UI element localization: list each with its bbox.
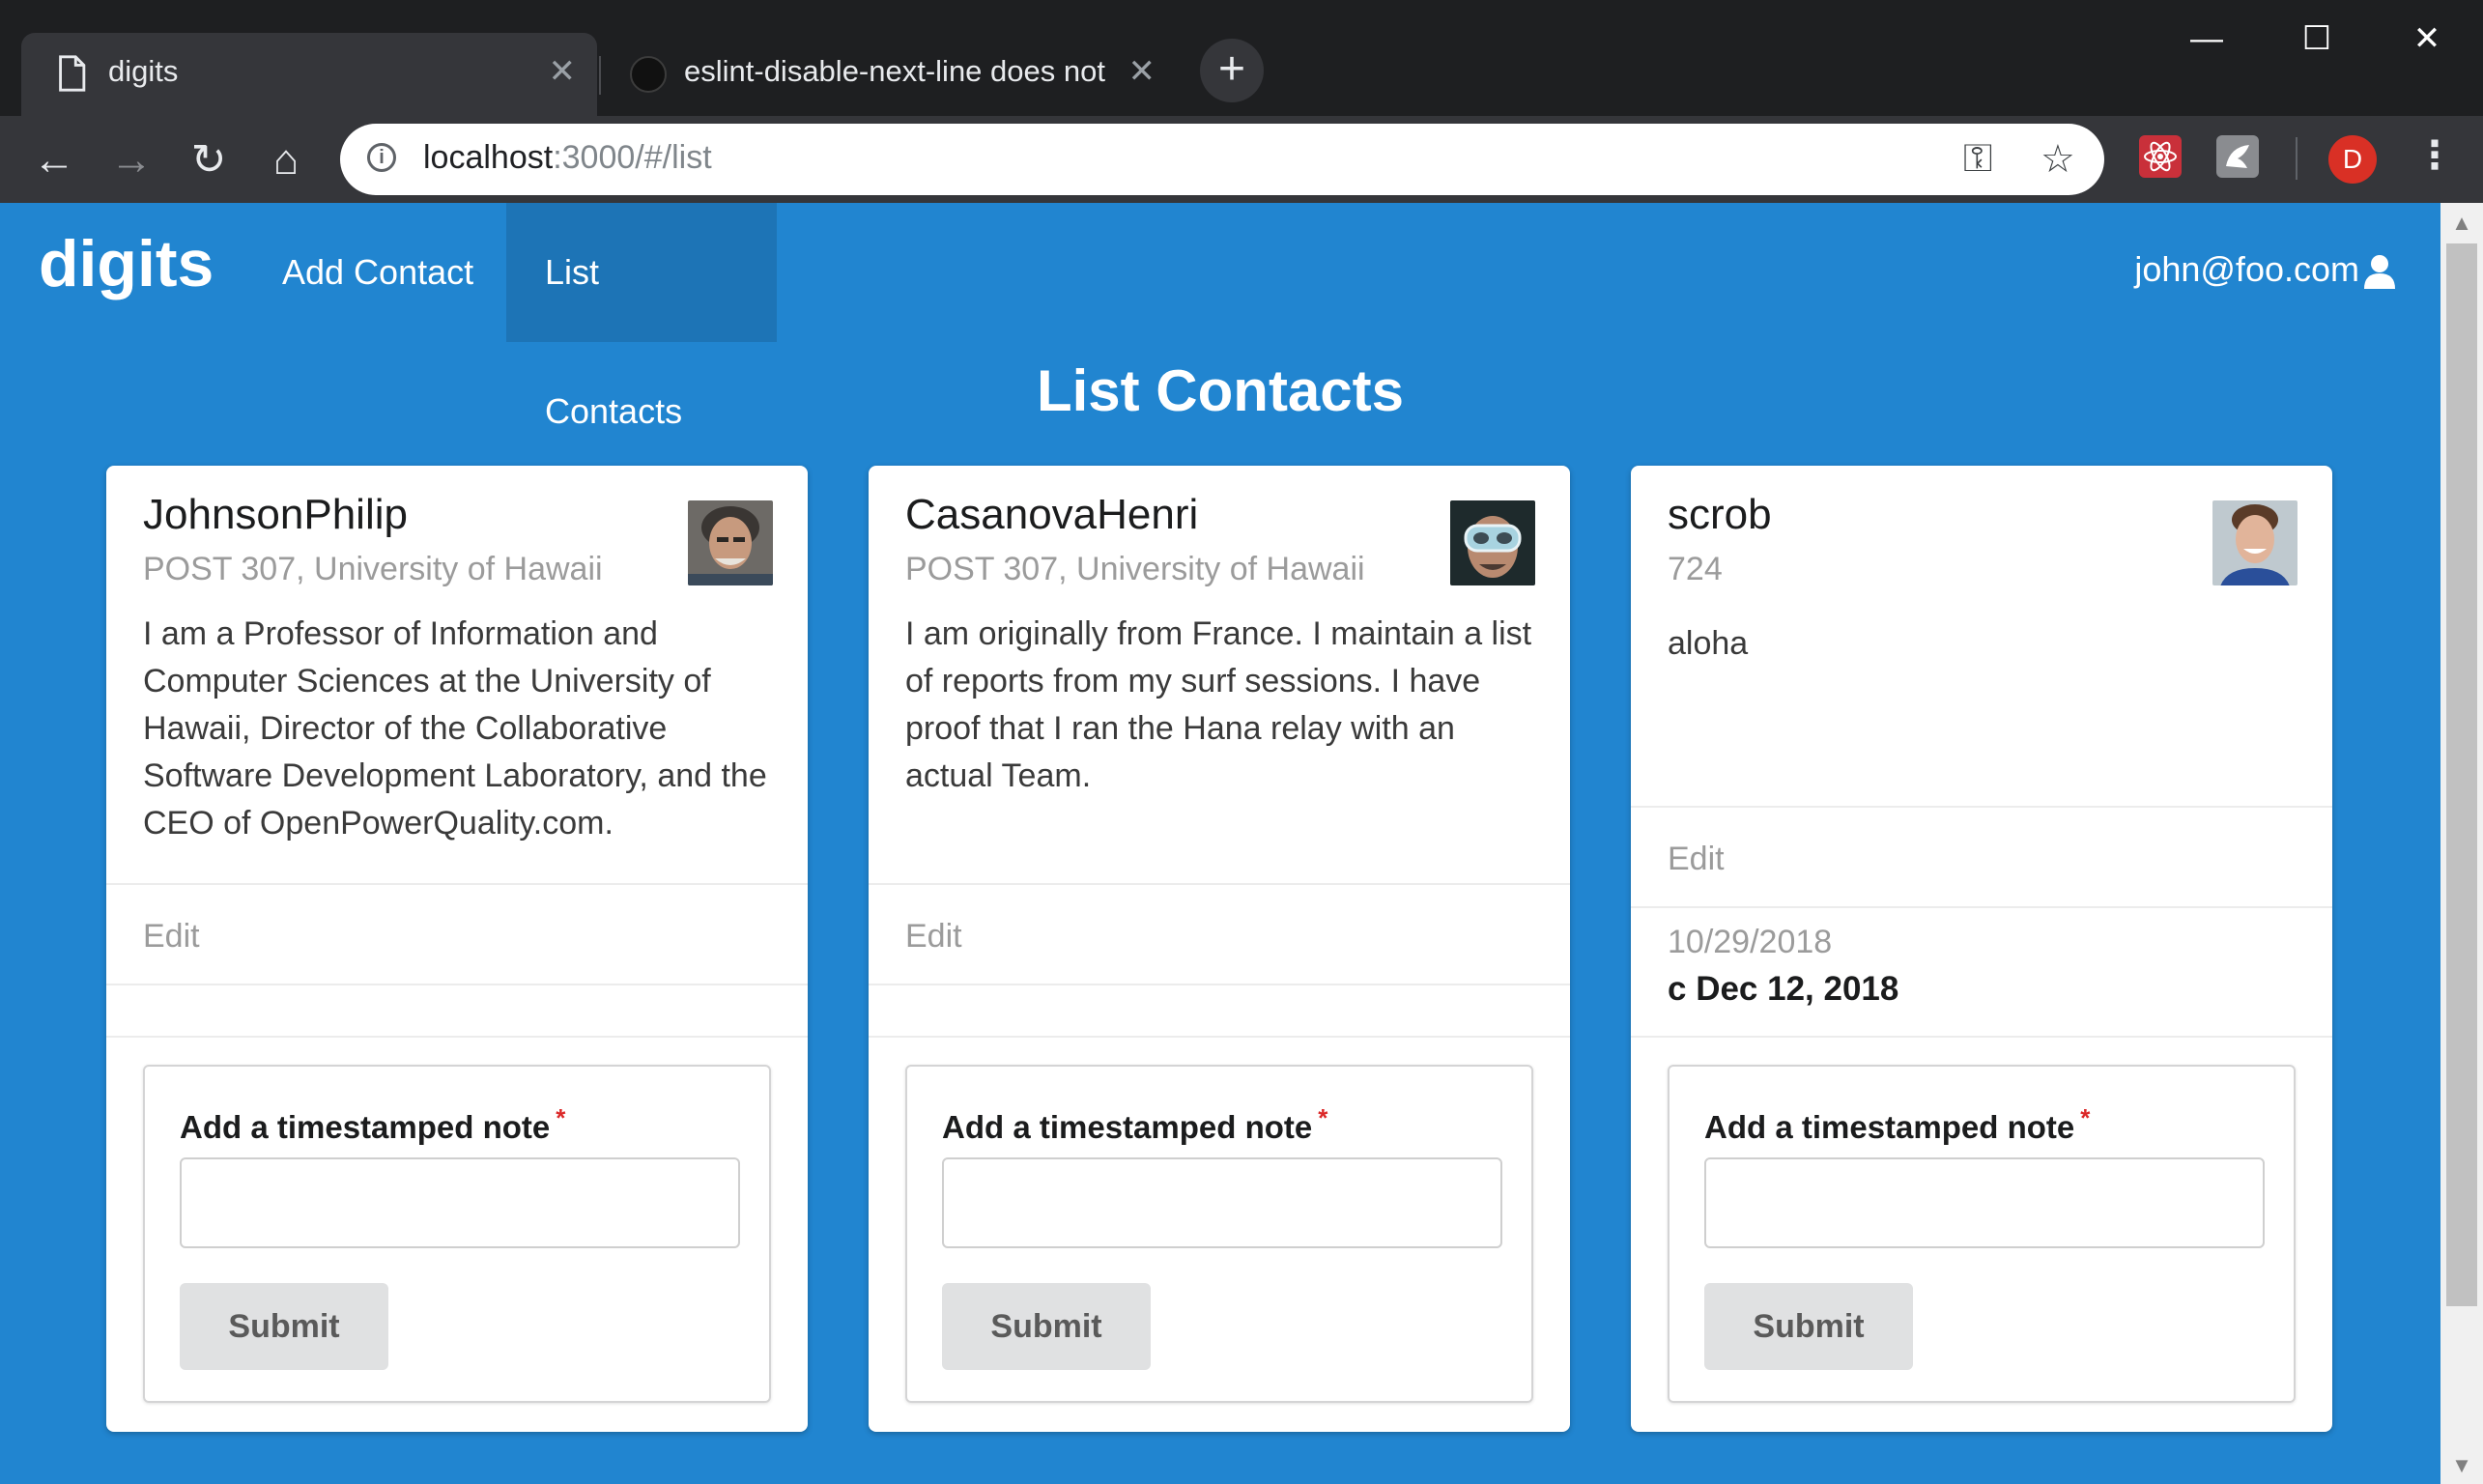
submit-button[interactable]: Submit [180, 1283, 388, 1370]
vertical-scrollbar[interactable]: ▲ ▼ [2440, 203, 2483, 1484]
edit-link[interactable]: Edit [905, 918, 962, 956]
profile-avatar[interactable]: D [2328, 135, 2377, 184]
contact-avatar [688, 500, 773, 585]
note-label-text: Add a timestamped note [1704, 1109, 2075, 1145]
url-text[interactable]: localhost:3000/#/list [423, 139, 712, 177]
contact-description: aloha [1668, 625, 1749, 662]
note-input[interactable] [180, 1157, 740, 1248]
user-email: john@foo.com [2134, 249, 2359, 289]
contact-address: POST 307, University of Hawaii [143, 551, 603, 587]
required-mark: * [1318, 1103, 1328, 1132]
note-input[interactable] [1704, 1157, 2265, 1248]
required-mark: * [556, 1103, 566, 1132]
divider [869, 1036, 1570, 1038]
top-menu: digits Add Contact List Contacts john@fo… [0, 203, 2440, 431]
contact-card: CasanovaHenri POST 307, University of Ha… [869, 466, 1570, 1432]
note-input[interactable] [942, 1157, 1502, 1248]
edit-link[interactable]: Edit [143, 918, 200, 956]
note-label: Add a timestamped note * [942, 1103, 1327, 1146]
url-path: :3000/#/list [553, 139, 712, 176]
nav-list-contacts[interactable]: List Contacts [506, 203, 777, 431]
menu-icon[interactable]: ⋮ [2415, 133, 2454, 178]
scroll-up-icon[interactable]: ▲ [2440, 207, 2483, 240]
contact-address: 724 [1668, 551, 1723, 587]
window-close-icon[interactable]: ✕ [2373, 0, 2481, 77]
divider [106, 883, 808, 885]
divider [106, 984, 808, 985]
contact-name: scrob [1668, 491, 1772, 538]
react-devtools-icon[interactable] [2139, 135, 2182, 178]
browser-tab-strip: digits ✕ eslint-disable-next-line does n… [0, 0, 2483, 116]
star-icon[interactable]: ☆ [2041, 137, 2075, 182]
divider [1631, 1036, 2332, 1038]
note-text: c Dec 12, 2018 [1668, 970, 1899, 1008]
divider [1631, 906, 2332, 908]
forward-icon[interactable]: → [104, 133, 158, 187]
info-icon[interactable]: i [367, 143, 396, 172]
contact-name: CasanovaHenri [905, 491, 1199, 538]
contact-card: scrob 724 aloha Edit 10/29/2018 c Dec 12… [1631, 466, 2332, 1432]
contact-description: I am a Professor of Information and Comp… [143, 615, 767, 842]
tab-digits[interactable]: digits ✕ [21, 33, 597, 116]
divider [869, 984, 1570, 985]
browser-toolbar: ← → ↻ ⌂ i localhost:3000/#/list ⚿ ☆ D ⋮ [0, 116, 2483, 203]
toolbar-divider [2296, 137, 2297, 180]
key-icon[interactable]: ⚿ [1963, 137, 1992, 181]
maximize-icon[interactable]: ☐ [2263, 0, 2371, 77]
required-mark: * [2080, 1103, 2091, 1132]
contact-name: JohnsonPhilip [143, 491, 408, 538]
tab-separator [599, 56, 601, 95]
contact-card: JohnsonPhilip POST 307, University of Ha… [106, 466, 808, 1432]
page-icon [59, 55, 86, 92]
contact-avatar [1450, 500, 1535, 585]
note-label: Add a timestamped note * [1704, 1103, 2090, 1146]
user-menu[interactable]: john@foo.com [2134, 249, 2396, 290]
page-title: List Contacts [1036, 358, 1405, 423]
divider [1631, 806, 2332, 808]
address-bar[interactable]: i localhost:3000/#/list ⚿ ☆ [340, 124, 2104, 195]
extension-icon[interactable] [2216, 135, 2259, 178]
scroll-down-icon[interactable]: ▼ [2440, 1449, 2483, 1482]
tab-eslint[interactable]: eslint-disable-next-line does not ✕ [605, 33, 1177, 116]
contact-description: I am originally from France. I maintain … [905, 615, 1532, 794]
tab-title: digits [108, 54, 179, 88]
new-tab-button[interactable]: + [1200, 39, 1264, 102]
note-form: Add a timestamped note * Submit [1668, 1065, 2296, 1403]
tab-title: eslint-disable-next-line does not [684, 54, 1105, 88]
reload-icon[interactable]: ↻ [182, 133, 236, 187]
close-icon[interactable]: ✕ [549, 52, 577, 91]
note-label-text: Add a timestamped note [180, 1109, 551, 1145]
submit-button[interactable]: Submit [1704, 1283, 1913, 1370]
contact-address: POST 307, University of Hawaii [905, 551, 1365, 587]
url-host: localhost [423, 139, 554, 176]
note-label: Add a timestamped note * [180, 1103, 565, 1146]
scroll-thumb[interactable] [2446, 243, 2477, 1306]
note-form: Add a timestamped note * Submit [143, 1065, 771, 1403]
back-icon[interactable]: ← [27, 133, 81, 187]
note-label-text: Add a timestamped note [942, 1109, 1313, 1145]
divider [106, 1036, 808, 1038]
close-icon[interactable]: ✕ [1128, 52, 1156, 91]
contact-avatar [2212, 500, 2297, 585]
divider [869, 883, 1570, 885]
minimize-icon[interactable]: — [2153, 0, 2261, 77]
nav-add-contact[interactable]: Add Contact [243, 203, 512, 342]
home-icon[interactable]: ⌂ [259, 133, 313, 187]
brand-logo[interactable]: digits [39, 226, 214, 301]
page-content: digits Add Contact List Contacts john@fo… [0, 203, 2440, 1484]
user-icon [2364, 255, 2395, 290]
note-form: Add a timestamped note * Submit [905, 1065, 1533, 1403]
note-date: 10/29/2018 [1668, 924, 1833, 960]
submit-button[interactable]: Submit [942, 1283, 1151, 1370]
edit-link[interactable]: Edit [1668, 841, 1725, 878]
github-icon [630, 56, 667, 93]
